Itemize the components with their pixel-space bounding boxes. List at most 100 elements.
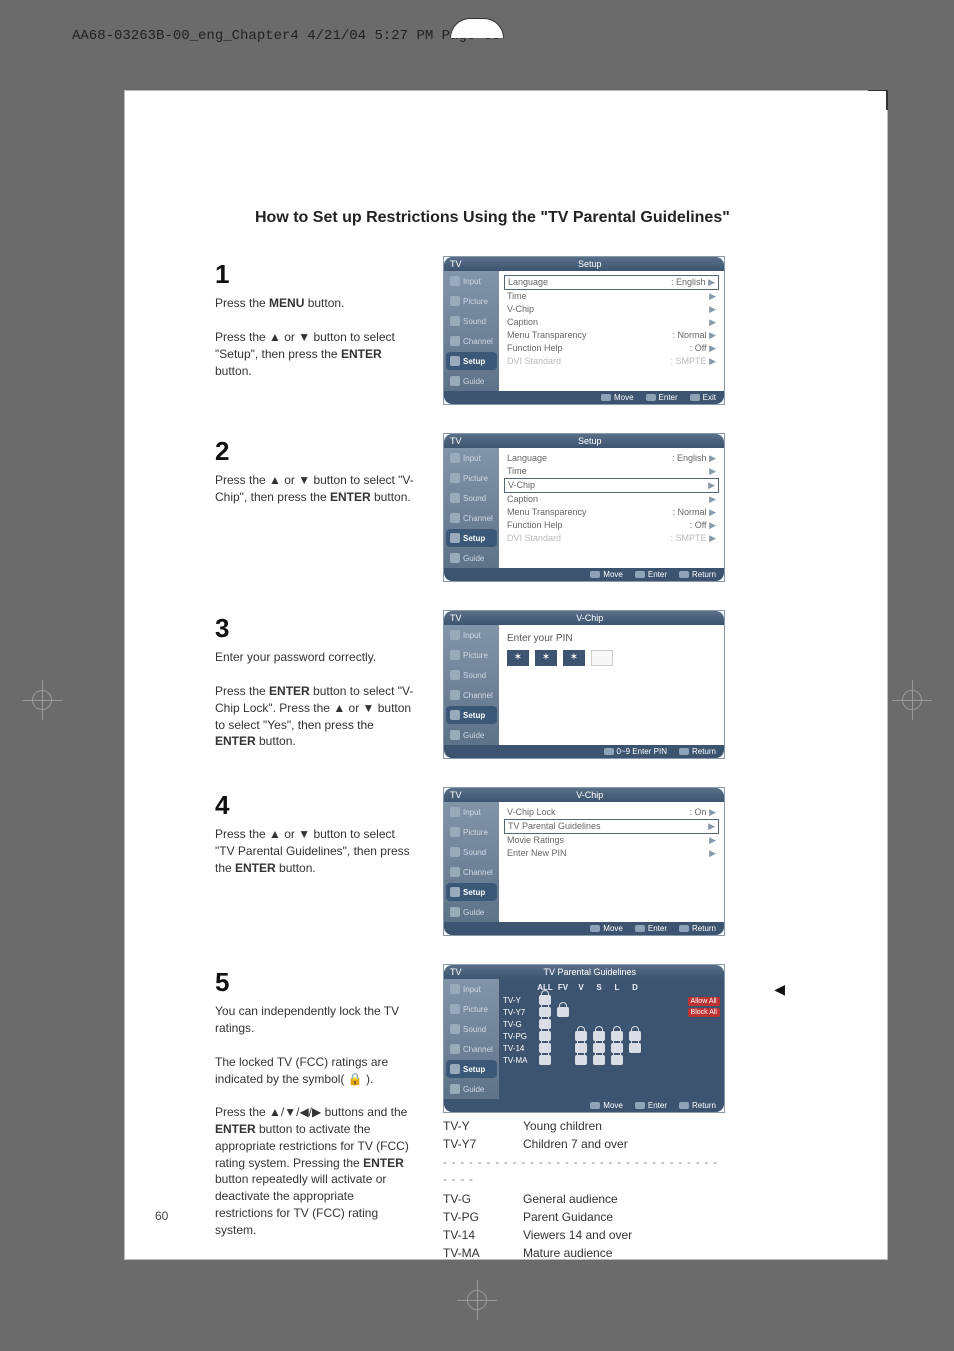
osd-tv-label: TV [450,790,462,800]
osd-item-list: Language: English ▶ Time▶ V-Chip▶ Captio… [499,271,724,391]
osd-hint-enter: Enter [635,570,667,579]
osd-header: TV V-Chip [444,611,724,625]
page-title: How to Set up Restrictions Using the "TV… [255,209,827,227]
t: ENTER [330,490,371,504]
osd-item-dvi-standard: DVI Standard: SMPTE ▶ [507,532,716,545]
t: ENTER [235,861,276,875]
osd-title: TV Parental Guidelines [543,967,636,977]
pin-boxes: ✶ ✶ ✶ [507,650,716,666]
osd-tab-input: Input [446,626,497,644]
osd-tab-channel: Channel [446,509,497,527]
osd-hint-return: Return [679,570,716,579]
step-2: 2 Press the ▲ or ▼ button to select "V-C… [215,433,747,582]
osd-tv-label: TV [450,967,462,977]
osd-item-function-help: Function Help: Off ▶ [507,342,716,355]
legend-code: TV-MA [443,1244,499,1262]
manual-page: How to Set up Restrictions Using the "TV… [124,90,888,1260]
legend-desc: Parent Guidance [523,1208,613,1226]
osd-item-time: Time▶ [507,290,716,303]
t: Press the ▲/▼/◀/▶ buttons and the [215,1105,407,1119]
block-all-button: Block All [688,1008,720,1017]
osd-tab-sound: Sound [446,489,497,507]
step-number-4: 4 [215,787,415,823]
osd-hint-move: Move [590,570,623,579]
legend-code: TV-G [443,1190,499,1208]
osd-tab-input: Input [446,803,497,821]
osd-tab-setup: Setup [446,883,497,901]
grid-row-tv14: TV-14 [503,1042,720,1054]
step-4-text: 4 Press the ▲ or ▼ button to select "TV … [215,787,415,877]
osd-header: TV TV Parental Guidelines [444,965,724,979]
osd-setup-1: TV Setup Input Picture Sound Channel Set… [443,256,725,405]
osd-item-dvi-standard: DVI Standard: SMPTE ▶ [507,355,716,368]
allow-all-button: Allow All [688,997,720,1006]
step-3-text: 3 Enter your password correctly. Press t… [215,610,415,750]
t: MENU [269,296,304,310]
step-1: 1 Press the MENU button. Press the ▲ or … [215,256,747,405]
osd-tv-label: TV [450,613,462,623]
osd-tab-input: Input [446,449,497,467]
osd-item-language: Language: English ▶ [507,452,716,465]
lock-icon [557,1007,569,1017]
osd-enter-new-pin: Enter New PIN▶ [507,847,716,860]
legend-desc: Viewers 14 and over [523,1226,632,1244]
osd-tab-setup: Setup [446,1060,497,1078]
osd-guidelines: TV TV Parental Guidelines Input Picture … [443,964,725,1113]
osd-item-list: V-Chip Lock: On ▶ TV Parental Guidelines… [499,802,724,922]
osd-tv-label: TV [450,436,462,446]
pin-digit-2: ✶ [535,650,557,666]
osd-tab-picture: Picture [446,469,497,487]
osd-setup-2: TV Setup Input Picture Sound Channel Set… [443,433,725,582]
osd-tab-input: Input [446,272,497,290]
t: button repeatedly will activate or deact… [215,1172,386,1236]
t: ENTER [215,734,256,748]
osd-item-language: Language: English ▶ [504,275,719,290]
osd-hint-move: Move [590,924,623,933]
osd-tab-picture: Picture [446,292,497,310]
lock-icon [611,1055,623,1065]
pin-digit-4 [591,650,613,666]
step-1-text: 1 Press the MENU button. Press the ▲ or … [215,256,415,379]
t: button. [256,734,296,748]
osd-hint-enter: Enter [635,924,667,933]
step-2-text: 2 Press the ▲ or ▼ button to select "V-C… [215,433,415,506]
t: ENTER [341,347,382,361]
osd-item-vchip: V-Chip▶ [507,303,716,316]
t: ENTER [363,1156,404,1170]
content-area: 1 Press the MENU button. Press the ▲ or … [215,256,747,1290]
pin-digit-1: ✶ [507,650,529,666]
osd-tv-label: TV [450,259,462,269]
osd-tab-channel: Channel [446,686,497,704]
osd-hint-return: Return [679,1101,716,1110]
t: button. [304,296,344,310]
osd-header: TV V-Chip [444,788,724,802]
rating-legend: TV-YYoung children TV-Y7Children 7 and o… [443,1117,725,1262]
osd-tab-picture: Picture [446,823,497,841]
osd-item-menu-transparency: Menu Transparency: Normal ▶ [507,329,716,342]
step-number-2: 2 [215,433,415,469]
step-number-3: 3 [215,610,415,646]
t: Press the [215,296,269,310]
pin-digit-3: ✶ [563,650,585,666]
osd-tab-channel: Channel [446,332,497,350]
osd-item-caption: Caption▶ [507,493,716,506]
t: button. [276,861,316,875]
lock-icon [539,1055,551,1065]
ratings-grid: ALLFVVSLD TV-Y TV-Y7 TV-G TV-PG TV-14 TV… [499,979,724,1099]
page-side-triangle-icon: ◀ [774,981,785,998]
osd-tab-picture: Picture [446,646,497,664]
osd-tab-sound: Sound [446,312,497,330]
osd-title: Setup [578,436,602,446]
osd-footer: Move Enter Exit [444,391,724,404]
osd-tab-channel: Channel [446,863,497,881]
t: button. [215,364,252,378]
step-4: 4 Press the ▲ or ▼ button to select "TV … [215,787,747,936]
osd-footer: Move Enter Return [444,922,724,935]
osd-hint-move: Move [601,393,634,402]
osd-item-time: Time▶ [507,465,716,478]
osd-tab-sound: Sound [446,843,497,861]
step-5-graphics: TV TV Parental Guidelines Input Picture … [443,964,725,1262]
osd-tv-parental: TV Parental Guidelines▶ [504,819,719,834]
legend-desc: General audience [523,1190,618,1208]
osd-tab-guide: Guide [446,1080,497,1098]
